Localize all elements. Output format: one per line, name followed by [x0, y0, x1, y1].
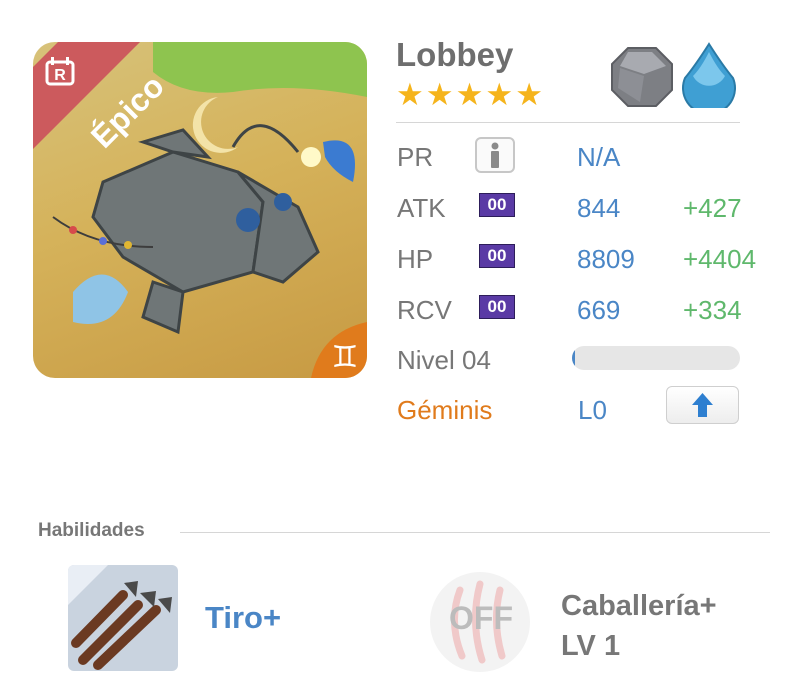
level-label: Nivel 04: [397, 345, 491, 375]
active-skill-icon[interactable]: [68, 565, 178, 671]
pr-value: N/A: [577, 142, 621, 172]
leader-skill-info[interactable]: Caballería+ LV 1: [561, 586, 717, 666]
level-progress-fill: [572, 346, 576, 370]
svg-text:♊: ♊: [332, 340, 359, 375]
rarity-tag-icon: R: [43, 54, 77, 88]
atk-label: ATK: [397, 193, 446, 223]
monster-portrait[interactable]: Épico R ♊: [33, 42, 367, 378]
atk-value: 844: [577, 193, 621, 223]
rcv-value: 669: [577, 295, 621, 325]
leader-skill-name: Caballería+: [561, 590, 717, 622]
level-progress-bar: [572, 346, 740, 370]
gemini-zodiac-icon: ♊: [311, 322, 367, 378]
hp-label: HP: [397, 244, 434, 274]
atk-bonus: +427: [683, 193, 742, 223]
header-divider: [396, 122, 740, 123]
upgrade-button[interactable]: [666, 386, 739, 424]
star-rating: ★ ★ ★ ★ ★: [396, 77, 543, 112]
rock-element-icon: [610, 44, 674, 113]
svg-text:R: R: [54, 67, 66, 84]
hp-plus-badge: 00: [479, 244, 515, 268]
rcv-plus-badge: 00: [479, 295, 515, 319]
zodiac-level: L0: [578, 395, 607, 425]
hp-value: 8809: [577, 244, 635, 274]
star-icon: ★: [485, 77, 514, 112]
pr-label: PR: [397, 142, 434, 172]
active-skill-name[interactable]: Tiro+: [205, 600, 281, 636]
leader-skill-status: OFF: [449, 600, 513, 636]
hp-bonus: +4404: [683, 244, 757, 274]
rcv-bonus: +334: [683, 295, 742, 325]
arrow-up-icon: [692, 393, 713, 417]
info-button[interactable]: [475, 137, 515, 173]
monster-name: Lobbey: [396, 36, 514, 73]
water-element-icon: [679, 42, 739, 115]
star-icon: ★: [425, 77, 454, 112]
info-icon: [491, 142, 499, 168]
star-icon: ★: [455, 77, 484, 112]
leader-skill-level: LV 1: [561, 630, 621, 662]
rcv-label: RCV: [397, 295, 452, 325]
star-icon: ★: [396, 77, 424, 112]
skills-divider: [180, 532, 770, 533]
skills-section-title: Habilidades: [38, 520, 145, 541]
atk-plus-badge: 00: [479, 193, 515, 217]
star-icon: ★: [515, 77, 543, 112]
zodiac-label: Géminis: [397, 395, 493, 425]
